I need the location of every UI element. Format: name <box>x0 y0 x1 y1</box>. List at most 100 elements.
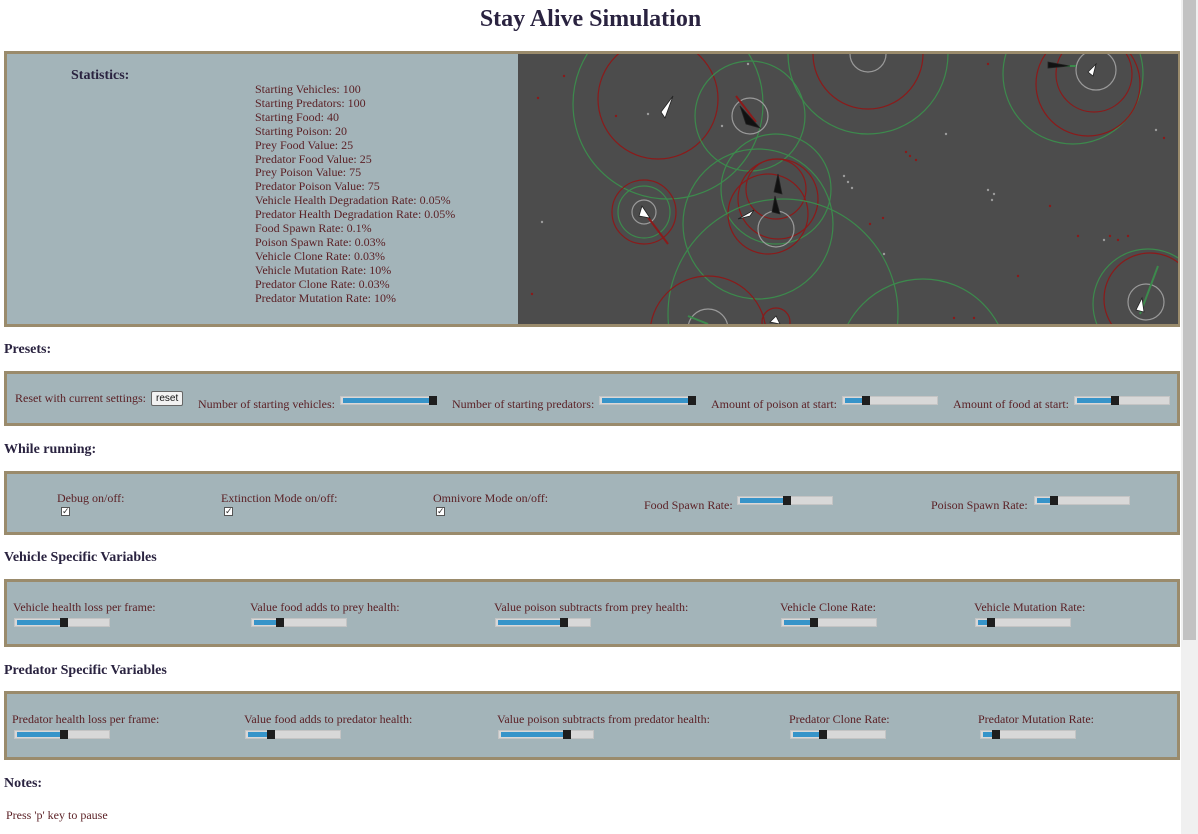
notes-heading: Notes: <box>4 776 43 791</box>
poison-dot <box>562 74 566 78</box>
stat-line: Prey Poison Value: 75 <box>255 165 362 180</box>
vehicle-sense-radius <box>1075 54 1117 91</box>
stat-line: Vehicle Mutation Rate: 10% <box>255 262 392 277</box>
poison-dot <box>952 316 956 320</box>
vehicle-variables-heading: Vehicle Specific Variables <box>4 550 157 565</box>
slider-thumb[interactable] <box>266 730 275 739</box>
poison-dot <box>1108 234 1112 238</box>
predator-poison-value-slider[interactable] <box>498 730 594 739</box>
starting-predators-slider[interactable] <box>599 396 696 405</box>
vehicle-arrow <box>1135 296 1145 313</box>
slider-fill <box>498 620 562 625</box>
poison-dot <box>1162 136 1166 140</box>
reset-button[interactable]: reset <box>151 391 184 406</box>
stat-line: Food Spawn Rate: 0.1% <box>255 221 372 236</box>
predator-food-value-label: Value food adds to predator health: <box>244 712 413 726</box>
vehicle-arrow <box>769 315 781 324</box>
simulation-canvas[interactable] <box>518 54 1178 324</box>
slider-thumb[interactable] <box>1111 396 1120 405</box>
stat-line: Predator Poison Value: 75 <box>255 179 380 194</box>
slider-thumb[interactable] <box>809 618 818 627</box>
vehicle-sense-radius <box>1127 283 1165 321</box>
vehicle-clone-rate-slider[interactable] <box>781 618 877 627</box>
predator-mutation-rate-slider[interactable] <box>980 730 1076 739</box>
vehicle-clone-rate-label: Vehicle Clone Rate: <box>780 600 876 614</box>
slider-thumb[interactable] <box>862 396 871 405</box>
predator-health-loss-slider[interactable] <box>14 730 110 739</box>
slider-thumb[interactable] <box>429 396 437 405</box>
vertical-scrollbar[interactable] <box>1181 0 1198 834</box>
slider-thumb[interactable] <box>562 730 571 739</box>
slider-thumb[interactable] <box>275 618 284 627</box>
slider-thumb[interactable] <box>60 730 68 739</box>
poison-dot <box>868 222 872 226</box>
prey-food-value-slider[interactable] <box>251 618 347 627</box>
while-running-heading: While running: <box>4 442 97 457</box>
vehicle-health-loss-slider[interactable] <box>14 618 110 627</box>
food-dot <box>720 124 724 128</box>
starting-food-slider[interactable] <box>1074 396 1170 405</box>
slider-thumb[interactable] <box>688 396 696 405</box>
extinction-checkbox[interactable]: ✓ <box>224 507 233 516</box>
slider-fill <box>17 732 62 737</box>
prey-poison-value-slider[interactable] <box>495 618 591 627</box>
omnivore-checkbox[interactable]: ✓ <box>436 507 445 516</box>
food-spawn-rate-slider[interactable] <box>737 496 833 505</box>
notes-text: Press 'p' key to pause <box>6 808 108 822</box>
vehicle-poison-radius <box>650 275 766 324</box>
stats-panel: Statistics: Starting Vehicles: 100 Start… <box>4 51 1180 327</box>
stat-line: Predator Mutation Rate: 10% <box>255 290 396 305</box>
poison-dot <box>986 62 990 66</box>
poison-dot <box>1076 234 1080 238</box>
slider-fill <box>254 620 278 625</box>
poison-dot <box>908 154 912 158</box>
slider-fill <box>793 732 821 737</box>
scrollbar-thumb[interactable] <box>1183 0 1196 640</box>
stat-line: Starting Vehicles: 100 <box>255 82 361 96</box>
slider-thumb[interactable] <box>1049 496 1058 505</box>
vehicle-mutation-rate-slider[interactable] <box>975 618 1071 627</box>
slider-fill <box>602 398 690 403</box>
predator-clone-rate-label: Predator Clone Rate: <box>789 712 890 726</box>
slider-thumb[interactable] <box>991 730 1000 739</box>
predator-food-value-slider[interactable] <box>245 730 341 739</box>
food-dot <box>846 180 850 184</box>
poison-spawn-rate-slider[interactable] <box>1034 496 1130 505</box>
poison-dot <box>914 158 918 162</box>
poison-dot <box>904 150 908 154</box>
food-dot <box>992 192 996 196</box>
stat-line: Predator Clone Rate: 0.03% <box>255 276 390 291</box>
slider-thumb[interactable] <box>818 730 827 739</box>
statistics-list: Starting Vehicles: 100 Starting Predator… <box>255 82 456 306</box>
starting-poison-label: Amount of poison at start: <box>711 397 837 411</box>
food-dot <box>944 132 948 136</box>
vehicle-steer-line <box>687 315 709 324</box>
omnivore-label: Omnivore Mode on/off: <box>433 491 549 505</box>
poison-dot <box>1048 204 1052 208</box>
food-dot <box>986 188 990 192</box>
vehicle-poison-radius <box>812 54 924 110</box>
vehicle-food-radius <box>694 60 806 172</box>
starting-vehicles-label: Number of starting vehicles: <box>198 397 335 411</box>
food-dot <box>990 198 994 202</box>
vehicle-poison-radius <box>1055 54 1133 113</box>
vehicle-arrow <box>1087 62 1097 77</box>
starting-poison-slider[interactable] <box>842 396 938 405</box>
slider-thumb[interactable] <box>559 618 568 627</box>
vehicle-sense-radius <box>688 308 728 324</box>
slider-fill <box>501 732 565 737</box>
vehicle-sense-radius <box>757 210 795 248</box>
debug-label: Debug on/off: <box>57 491 125 505</box>
starting-vehicles-slider[interactable] <box>340 396 437 405</box>
slider-thumb[interactable] <box>60 618 68 627</box>
presets-heading: Presets: <box>4 342 52 357</box>
debug-checkbox[interactable]: ✓ <box>61 507 70 516</box>
predator-clone-rate-slider[interactable] <box>790 730 886 739</box>
slider-thumb[interactable] <box>986 618 995 627</box>
poison-dot <box>530 292 534 296</box>
stat-line: Predator Health Degradation Rate: 0.05% <box>255 207 456 222</box>
slider-thumb[interactable] <box>783 496 791 505</box>
stat-line: Starting Food: 40 <box>255 109 340 124</box>
slider-fill <box>1077 398 1114 403</box>
vehicle-health-loss-label: Vehicle health loss per frame: <box>13 600 156 614</box>
